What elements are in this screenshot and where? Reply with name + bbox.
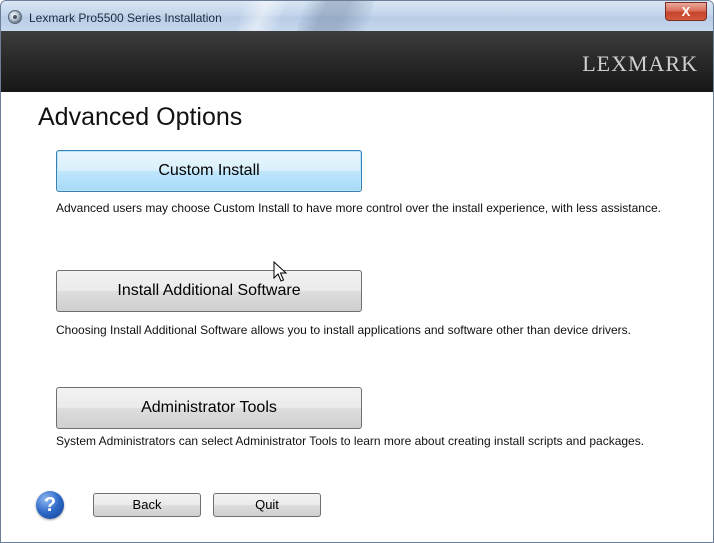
window-title: Lexmark Pro5500 Series Installation (29, 11, 222, 25)
installer-window: Lexmark Pro5500 Series Installation X LE… (0, 0, 714, 543)
install-additional-software-button[interactable]: Install Additional Software (56, 270, 362, 312)
administrator-tools-button[interactable]: Administrator Tools (56, 387, 362, 429)
help-icon[interactable]: ? (36, 491, 64, 519)
administrator-tools-description: System Administrators can select Adminis… (56, 434, 645, 448)
back-button[interactable]: Back (93, 493, 201, 517)
page-title: Advanced Options (38, 103, 243, 131)
quit-button[interactable]: Quit (213, 493, 321, 517)
title-bar-glass-reflection (236, 1, 286, 31)
mouse-cursor-icon (273, 261, 287, 282)
lexmark-logo: LEXMARK (582, 51, 698, 76)
title-bar-glass-shadow (296, 1, 376, 31)
close-button[interactable]: X (665, 2, 707, 21)
title-bar[interactable]: Lexmark Pro5500 Series Installation X (1, 1, 713, 31)
installer-disc-icon (8, 10, 22, 24)
custom-install-button[interactable]: Custom Install (56, 150, 362, 192)
custom-install-description: Advanced users may choose Custom Install… (56, 201, 661, 215)
install-additional-software-description: Choosing Install Additional Software all… (56, 323, 631, 337)
